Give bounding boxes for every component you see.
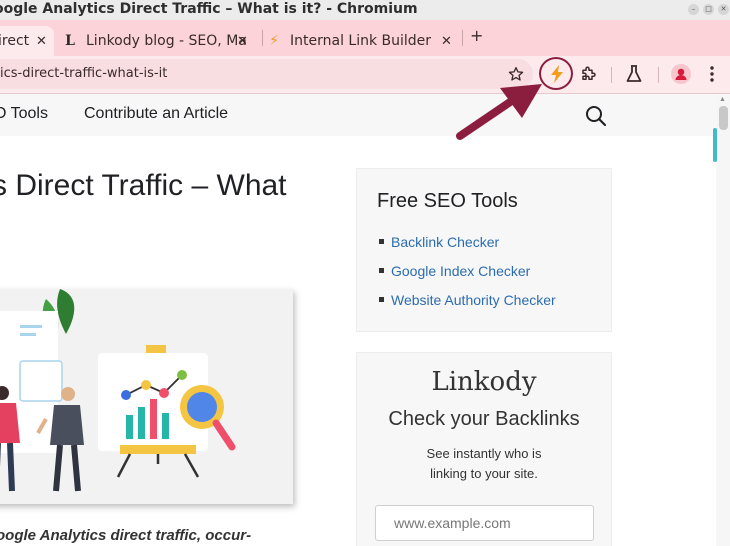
window-title: oogle Analytics Direct Traffic – What is…	[0, 1, 418, 17]
widget-description: See instantly who is linking to your sit…	[357, 444, 611, 484]
article-illustration	[0, 289, 293, 504]
close-tab-icon[interactable]: ✕	[441, 34, 452, 49]
widget-title: Check your Backlinks	[388, 408, 580, 430]
scrollbar-thumb[interactable]	[719, 106, 728, 130]
website-url-input[interactable]	[375, 505, 594, 541]
tab-internal-link-builder[interactable]: ⚡ Internal Link Builder ✕	[266, 26, 462, 56]
close-window-button[interactable]: ✕	[718, 4, 729, 15]
address-bar-url[interactable]: ics-direct-traffic-what-is-it	[0, 66, 167, 81]
annotation-arrow-icon	[456, 84, 542, 140]
profile-avatar-icon[interactable]	[671, 64, 691, 84]
flask-icon[interactable]	[624, 64, 644, 84]
widget-title: Free SEO Tools	[377, 190, 518, 212]
window-titlebar: oogle Analytics Direct Traffic – What is…	[0, 0, 730, 20]
close-tab-icon[interactable]: ✕	[237, 34, 248, 49]
puzzle-piece-icon[interactable]	[579, 64, 599, 84]
article-title: s Direct Traffic – What	[0, 169, 287, 202]
list-item-google-index-checker[interactable]: Google Index Checker	[379, 256, 556, 285]
kebab-menu-icon[interactable]	[702, 64, 722, 84]
scroll-up-arrow-icon[interactable]: ▲	[719, 96, 726, 103]
linkody-favicon-icon: L	[65, 33, 75, 49]
tab-linkody-blog[interactable]: L Linkody blog - SEO, Ma ✕	[62, 26, 258, 56]
description-line: linking to your site.	[430, 466, 538, 481]
tab-google-analytics[interactable]: irect ✕	[0, 26, 54, 56]
tab-strip: irect ✕ L Linkody blog - SEO, Ma ✕ ⚡ Int…	[0, 20, 730, 56]
side-tab-marker	[713, 128, 717, 162]
tab-label: irect	[0, 33, 30, 49]
lightning-bolt-icon: ⚡	[269, 33, 279, 49]
nav-link-contribute[interactable]: Contribute an Article	[84, 105, 228, 123]
toolbar-separator	[658, 67, 659, 83]
free-seo-tools-widget: Free SEO Tools Backlink Checker Google I…	[356, 168, 612, 332]
description-line: See instantly who is	[426, 446, 542, 461]
analytics-illustration	[0, 289, 236, 492]
tab-separator	[462, 30, 463, 46]
list-item-backlink-checker[interactable]: Backlink Checker	[379, 227, 556, 256]
new-tab-button[interactable]: +	[470, 26, 483, 45]
article-intro: oogle Analytics direct traffic, occur-	[0, 527, 252, 544]
check-backlinks-widget: Linkody Check your Backlinks See instant…	[356, 352, 612, 546]
browser-toolbar: ics-direct-traffic-what-is-it	[0, 56, 730, 94]
toolbar-separator	[611, 67, 612, 83]
search-icon[interactable]	[584, 104, 608, 128]
close-tab-icon[interactable]: ✕	[36, 34, 47, 49]
linkody-logo: Linkody	[431, 367, 537, 397]
seo-tools-list: Backlink Checker Google Index Checker We…	[379, 227, 556, 314]
list-item-website-authority-checker[interactable]: Website Authority Checker	[379, 285, 556, 314]
tab-separator	[262, 30, 263, 46]
tab-label: Internal Link Builder	[290, 33, 432, 49]
maximize-button[interactable]: □	[703, 4, 714, 15]
nav-link-seo-tools[interactable]: O Tools	[0, 105, 48, 123]
site-navigation: O Tools Contribute an Article	[0, 94, 716, 136]
web-page: O Tools Contribute an Article s Direct T…	[0, 94, 716, 546]
minimize-button[interactable]: –	[688, 4, 699, 15]
page-scrollbar[interactable]	[716, 94, 730, 546]
tab-label: Linkody blog - SEO, Ma	[86, 33, 247, 49]
